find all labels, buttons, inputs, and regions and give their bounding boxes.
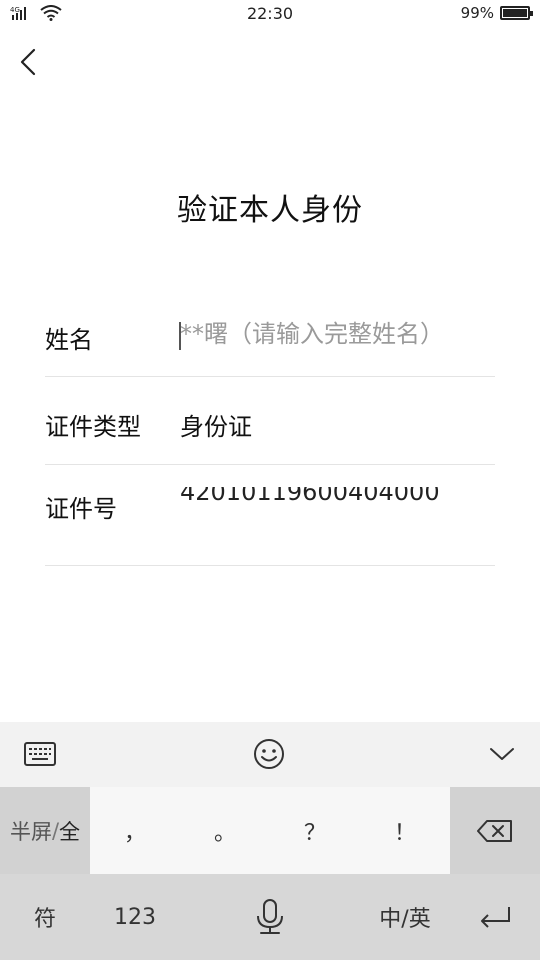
name-label: 姓名 xyxy=(45,326,93,354)
identity-form: 姓名 证件类型 身份证 证件号 42010119600404000 xyxy=(45,290,495,566)
id-number-input[interactable]: 42010119600404000 xyxy=(180,487,440,501)
id-type-value: 身份证 xyxy=(180,413,252,441)
keyboard-row-function: 符 123 中/英 xyxy=(0,874,540,960)
status-right: 99% xyxy=(460,4,533,22)
backspace-icon xyxy=(477,819,512,842)
keyboard-toolbar xyxy=(0,722,540,787)
battery-percent: 99% xyxy=(460,4,494,22)
chevron-left-icon xyxy=(20,48,36,76)
status-time: 22:30 xyxy=(246,4,294,23)
text-cursor xyxy=(179,322,181,350)
backspace-key[interactable] xyxy=(450,787,540,874)
halfwidth-toggle-key[interactable]: 半屏 / 全 xyxy=(0,787,90,874)
halfwidth-separator: / xyxy=(51,818,60,843)
id-type-label: 证件类型 xyxy=(45,413,141,441)
keyboard: 半屏 / 全 ， 。 ？ ！ 符 123 中/英 xyxy=(0,722,540,960)
fullwidth-label: 全 xyxy=(59,819,81,844)
numbers-key[interactable]: 123 xyxy=(90,874,180,960)
enter-icon xyxy=(481,907,510,928)
name-input[interactable] xyxy=(180,320,495,348)
keyboard-icon xyxy=(24,742,56,766)
emoji-icon xyxy=(254,739,284,769)
question-key[interactable]: ？ xyxy=(270,787,360,874)
status-bar: 4G 22:30 99% xyxy=(0,0,540,28)
halfwidth-label: 半屏 xyxy=(9,819,52,844)
collapse-icon xyxy=(490,748,514,760)
language-switch-key[interactable]: 中/英 xyxy=(360,874,450,960)
battery-level xyxy=(503,9,527,17)
period-key[interactable]: 。 xyxy=(180,787,270,874)
exclamation-key[interactable]: ！ xyxy=(360,787,450,874)
keyboard-row-punctuation: 半屏 / 全 ， 。 ？ ！ xyxy=(0,787,540,874)
emoji-button[interactable] xyxy=(249,734,289,774)
id-number-label: 证件号 xyxy=(45,495,117,523)
name-row: 姓名 xyxy=(45,290,495,377)
voice-input-key[interactable] xyxy=(180,874,360,960)
id-number-row: 证件号 42010119600404000 xyxy=(45,465,495,566)
collapse-keyboard-button[interactable] xyxy=(482,734,522,774)
enter-key[interactable] xyxy=(450,874,540,960)
comma-key[interactable]: ， xyxy=(90,787,180,874)
keyboard-switch-button[interactable] xyxy=(20,734,60,774)
microphone-icon xyxy=(257,899,283,934)
id-type-row[interactable]: 证件类型 身份证 xyxy=(45,377,495,465)
symbols-key[interactable]: 符 xyxy=(0,874,90,960)
back-button[interactable] xyxy=(12,44,48,80)
battery-icon xyxy=(500,6,533,20)
page-title: 验证本人身份 xyxy=(177,193,363,228)
